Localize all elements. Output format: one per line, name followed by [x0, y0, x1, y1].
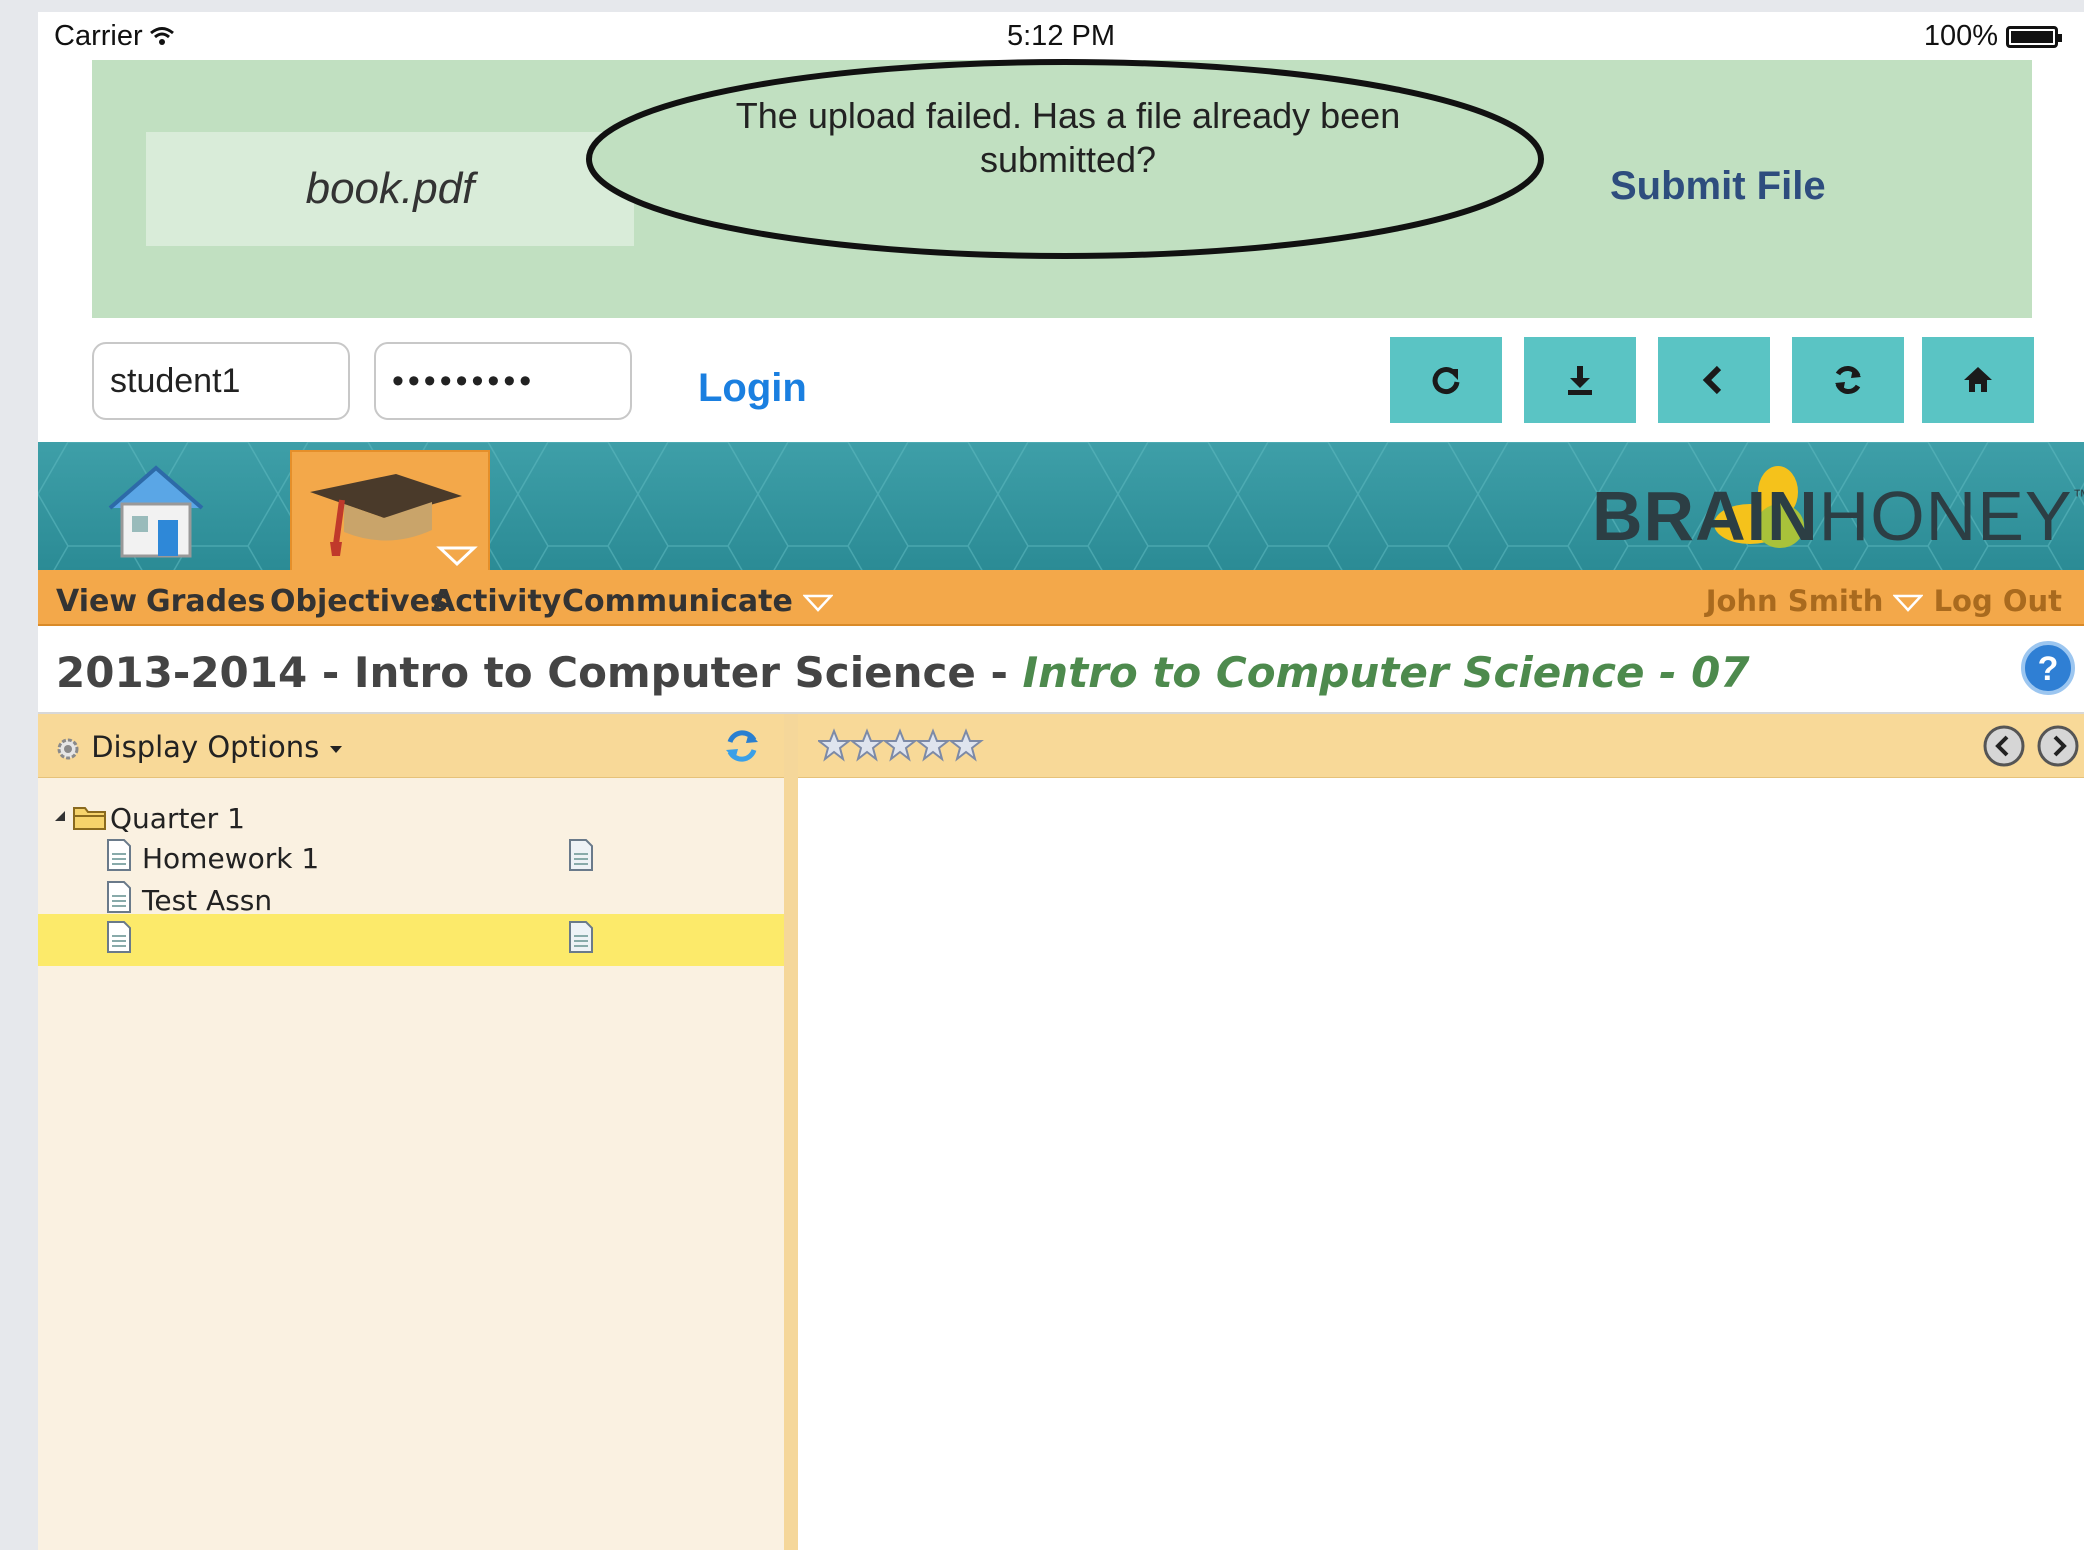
username-field[interactable]: [92, 342, 350, 420]
house-icon: [108, 465, 204, 558]
back-button[interactable]: [1658, 337, 1770, 423]
status-bar: Carrier 5:12 PM 100%: [38, 12, 2084, 60]
document-icon[interactable]: [568, 920, 594, 954]
share-icon: [1432, 367, 1460, 395]
battery-icon: [2006, 26, 2062, 49]
battery-indicator: 100%: [1924, 20, 2062, 53]
star-icon: [948, 728, 984, 762]
help-icon[interactable]: ?: [2020, 640, 2076, 696]
star-icon: [849, 728, 885, 762]
document-icon: [107, 839, 131, 871]
folder-icon: [73, 807, 106, 830]
content-area: [798, 778, 2084, 1550]
submit-file-button[interactable]: Submit File: [1610, 164, 1826, 209]
share-button[interactable]: [1390, 337, 1502, 423]
user-name[interactable]: John Smith: [1706, 584, 1884, 618]
refresh-icon[interactable]: [722, 728, 762, 764]
graduation-cap-icon: [310, 474, 478, 567]
next-item-icon[interactable]: [2036, 724, 2080, 768]
menu-view[interactable]: View: [56, 584, 137, 619]
back-icon: [1702, 365, 1722, 395]
document-icon[interactable]: [568, 838, 594, 872]
user-menu[interactable]: John Smith Log Out: [1706, 584, 2062, 618]
ipad-screen: Carrier 5:12 PM 100% book.pdf Submit Fil…: [38, 12, 2084, 1550]
reload-button[interactable]: [1792, 337, 1904, 423]
password-field[interactable]: [374, 342, 632, 420]
menu-grades[interactable]: Grades: [146, 584, 265, 619]
previous-item-icon[interactable]: [1982, 724, 2026, 768]
star-rating[interactable]: [818, 728, 988, 764]
document-icon: [107, 921, 131, 953]
home-tab[interactable]: [100, 456, 210, 564]
logout-link[interactable]: Log Out: [1934, 584, 2062, 618]
brainhoney-header: BRAINHONEY™: [38, 442, 2084, 570]
tree-item-selected[interactable]: [38, 914, 784, 966]
course-section: Intro to Computer Science - 07: [1022, 648, 1750, 697]
star-icon: [915, 728, 951, 762]
caret-down-icon: [330, 746, 343, 753]
main-menu-bar: View Grades Objectives Activity Communic…: [38, 570, 2084, 626]
home-button[interactable]: [1922, 337, 2034, 423]
star-icon: [818, 728, 852, 762]
status-time: 5:12 PM: [1007, 20, 1115, 52]
menu-objectives[interactable]: Objectives: [270, 584, 448, 619]
display-options-button[interactable]: Display Options: [54, 730, 344, 764]
chevron-down-icon: [803, 594, 834, 612]
document-icon: [107, 881, 131, 913]
courses-tab[interactable]: [290, 450, 490, 570]
content-toolbar: [798, 714, 2084, 778]
course-outline-pane: Display Options Quarter 1 Homework 1 Tes…: [38, 714, 798, 1550]
home-icon: [1964, 367, 1992, 392]
svg-text:?: ?: [2038, 650, 2059, 688]
menu-communicate[interactable]: Communicate: [562, 584, 834, 619]
gear-icon: [57, 738, 79, 760]
refresh-icon: [1835, 366, 1861, 394]
menu-activity[interactable]: Activity: [432, 584, 561, 619]
download-icon: [1568, 366, 1592, 395]
brainhoney-wordmark: BRAINHONEY™: [1592, 477, 2084, 555]
star-icon: [882, 728, 918, 762]
course-title: 2013-2014 - Intro to Computer Science - …: [56, 648, 1750, 697]
outline-toolbar: Display Options: [38, 714, 784, 778]
upload-error-message: The upload failed. Has a file already be…: [735, 95, 1401, 180]
download-button[interactable]: [1524, 337, 1636, 423]
chevron-down-icon: [1893, 594, 1924, 612]
expand-triangle-icon[interactable]: [52, 808, 68, 824]
login-button[interactable]: Login: [698, 366, 807, 411]
selected-file-name[interactable]: book.pdf: [146, 132, 634, 246]
